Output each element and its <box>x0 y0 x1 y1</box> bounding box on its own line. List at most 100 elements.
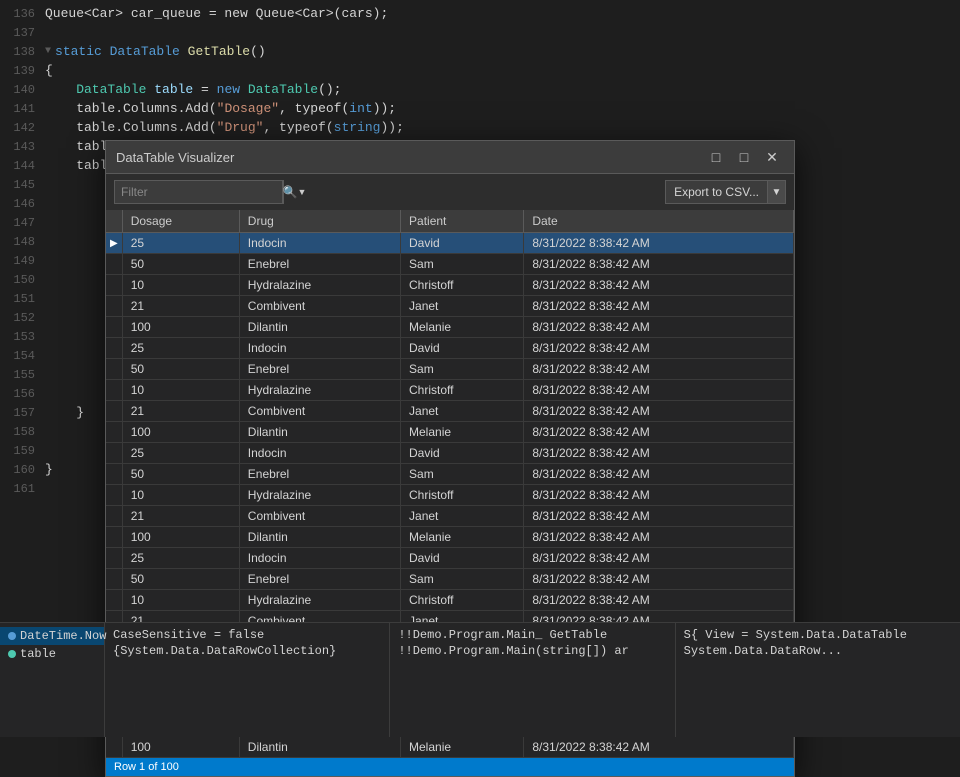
table-row[interactable]: 25IndocinDavid8/31/2022 8:38:42 AM <box>106 443 794 464</box>
table-row[interactable]: 21CombiventJanet8/31/2022 8:38:42 AM <box>106 296 794 317</box>
line-number: 156 <box>0 387 45 401</box>
row-indicator-cell <box>106 422 122 443</box>
line-number: 136 <box>0 7 45 21</box>
panel-entry: !!Demo.Program.Main_ GetTable <box>398 627 666 643</box>
cell-patient: David <box>401 443 524 464</box>
filter-dropdown-arrow: ▼ <box>298 187 307 197</box>
line-number: 161 <box>0 482 45 496</box>
cell-drug: Combivent <box>239 296 400 317</box>
column-header-date[interactable]: Date <box>524 210 794 233</box>
editor-line: 138▼ static DataTable GetTable() <box>0 42 960 61</box>
cell-drug: Hydralazine <box>239 590 400 611</box>
line-number: 142 <box>0 121 45 135</box>
modal-statusbar: Row 1 of 100 <box>106 758 794 776</box>
row-indicator-cell <box>106 317 122 338</box>
table-row[interactable]: 10HydralazineChristoff8/31/2022 8:38:42 … <box>106 485 794 506</box>
line-code: table.Columns.Add("Dosage", typeof(int))… <box>45 101 396 116</box>
table-row[interactable]: 10HydralazineChristoff8/31/2022 8:38:42 … <box>106 275 794 296</box>
row-indicator-cell <box>106 464 122 485</box>
left-panel-item-table[interactable]: table <box>0 645 104 663</box>
cell-date: 8/31/2022 8:38:42 AM <box>524 401 794 422</box>
table-row[interactable]: 25IndocinDavid8/31/2022 8:38:42 AM <box>106 548 794 569</box>
left-panel-item-datetime-now[interactable]: DateTime.Now <box>0 627 104 645</box>
cell-patient: David <box>401 548 524 569</box>
line-number: 160 <box>0 463 45 477</box>
table-row[interactable]: 10HydralazineChristoff8/31/2022 8:38:42 … <box>106 590 794 611</box>
cell-drug: Enebrel <box>239 464 400 485</box>
cell-patient: Sam <box>401 359 524 380</box>
line-number: 154 <box>0 349 45 363</box>
cell-date: 8/31/2022 8:38:42 AM <box>524 317 794 338</box>
collapse-icon[interactable]: ▼ <box>45 46 51 57</box>
line-number: 140 <box>0 83 45 97</box>
export-dropdown-button[interactable]: ▼ <box>767 181 785 203</box>
maximize-button[interactable]: □ <box>732 147 756 167</box>
cell-drug: Indocin <box>239 443 400 464</box>
column-header-patient[interactable]: Patient <box>401 210 524 233</box>
line-number: 153 <box>0 330 45 344</box>
line-number: 149 <box>0 254 45 268</box>
table-row[interactable]: 100DilantinMelanie8/31/2022 8:38:42 AM <box>106 422 794 443</box>
table-header: Dosage Drug Patient Date <box>106 210 794 233</box>
line-code: table.Columns.Add("Drug", typeof(string)… <box>45 120 404 135</box>
line-number: 146 <box>0 197 45 211</box>
cell-drug: Hydralazine <box>239 380 400 401</box>
row-indicator-cell <box>106 401 122 422</box>
row-indicator-cell: ▶ <box>106 233 122 254</box>
cell-drug: Dilantin <box>239 422 400 443</box>
cell-date: 8/31/2022 8:38:42 AM <box>524 296 794 317</box>
table-row[interactable]: ▶25IndocinDavid8/31/2022 8:38:42 AM <box>106 233 794 254</box>
cell-dosage: 10 <box>122 485 239 506</box>
cell-dosage: 100 <box>122 422 239 443</box>
export-csv-button[interactable]: Export to CSV... <box>666 181 767 203</box>
table-row[interactable]: 50EnebrelSam8/31/2022 8:38:42 AM <box>106 254 794 275</box>
panel-entry: System.Data.DataRow... <box>684 643 952 659</box>
minimize-button[interactable]: □ <box>704 147 728 167</box>
panel-entry: {System.Data.DataRowCollection} <box>113 643 381 659</box>
search-icon: 🔍 <box>283 185 298 199</box>
cell-patient: David <box>401 338 524 359</box>
table-row[interactable]: 50EnebrelSam8/31/2022 8:38:42 AM <box>106 359 794 380</box>
table-row[interactable]: 100DilantinMelanie8/31/2022 8:38:42 AM <box>106 737 794 758</box>
line-number: 137 <box>0 26 45 40</box>
cell-patient: Christoff <box>401 590 524 611</box>
row-indicator-cell <box>106 590 122 611</box>
row-indicator-cell <box>106 359 122 380</box>
cell-patient: Janet <box>401 296 524 317</box>
table-row[interactable]: 100DilantinMelanie8/31/2022 8:38:42 AM <box>106 527 794 548</box>
row-indicator-cell <box>106 275 122 296</box>
cell-dosage: 100 <box>122 527 239 548</box>
line-number: 159 <box>0 444 45 458</box>
close-button[interactable]: ✕ <box>760 147 784 167</box>
table-row[interactable]: 21CombiventJanet8/31/2022 8:38:42 AM <box>106 506 794 527</box>
table-row[interactable]: 100DilantinMelanie8/31/2022 8:38:42 AM <box>106 317 794 338</box>
table-row[interactable]: 10HydralazineChristoff8/31/2022 8:38:42 … <box>106 380 794 401</box>
table-row[interactable]: 21CombiventJanet8/31/2022 8:38:42 AM <box>106 401 794 422</box>
cell-patient: David <box>401 233 524 254</box>
cell-dosage: 25 <box>122 233 239 254</box>
line-number: 138 <box>0 45 45 59</box>
cell-patient: Melanie <box>401 422 524 443</box>
cell-date: 8/31/2022 8:38:42 AM <box>524 233 794 254</box>
modal-titlebar[interactable]: DataTable Visualizer □ □ ✕ <box>106 141 794 174</box>
table-row[interactable]: 25IndocinDavid8/31/2022 8:38:42 AM <box>106 338 794 359</box>
column-header-drug[interactable]: Drug <box>239 210 400 233</box>
column-header-dosage[interactable]: Dosage <box>122 210 239 233</box>
line-code: static DataTable GetTable() <box>55 44 266 59</box>
right-panel-col-3: S{ View = System.Data.DataTableSystem.Da… <box>676 623 960 737</box>
filter-search-button[interactable]: 🔍 ▼ <box>282 181 306 203</box>
cell-date: 8/31/2022 8:38:42 AM <box>524 443 794 464</box>
cell-dosage: 100 <box>122 317 239 338</box>
cell-drug: Hydralazine <box>239 275 400 296</box>
row-indicator-cell <box>106 485 122 506</box>
table-row[interactable]: 50EnebrelSam8/31/2022 8:38:42 AM <box>106 569 794 590</box>
table-row[interactable]: 50EnebrelSam8/31/2022 8:38:42 AM <box>106 464 794 485</box>
chevron-down-icon: ▼ <box>772 187 782 198</box>
line-number: 147 <box>0 216 45 230</box>
cell-dosage: 50 <box>122 569 239 590</box>
cell-date: 8/31/2022 8:38:42 AM <box>524 506 794 527</box>
cell-dosage: 25 <box>122 338 239 359</box>
type-icon <box>8 632 16 640</box>
filter-input[interactable] <box>115 183 282 201</box>
cell-drug: Dilantin <box>239 527 400 548</box>
